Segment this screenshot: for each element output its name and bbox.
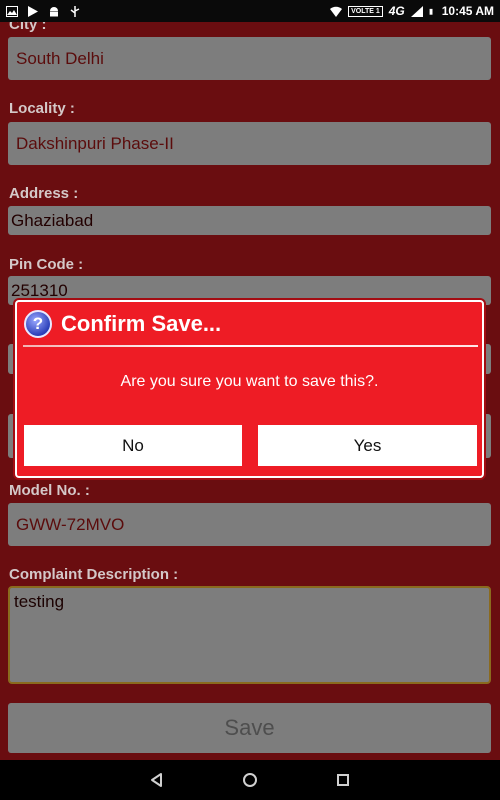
volte-badge: VOLTE 1 [348, 5, 383, 17]
status-bar: VOLTE 1 4G 10:45 AM [0, 0, 500, 22]
save-button[interactable]: Save [8, 703, 491, 753]
yes-button[interactable]: Yes [258, 425, 477, 466]
city-field[interactable]: South Delhi [8, 37, 491, 80]
android-icon [50, 6, 58, 16]
complaint-label: Complaint Description : [9, 566, 179, 583]
dialog-header: ? Confirm Save... [17, 302, 482, 345]
no-button[interactable]: No [24, 425, 242, 466]
confirm-dialog: ? Confirm Save... Are you sure you want … [15, 300, 484, 478]
home-icon[interactable] [240, 772, 260, 788]
image-icon [6, 5, 18, 17]
locality-field[interactable]: Dakshinpuri Phase-II [8, 122, 491, 165]
navigation-bar [0, 760, 500, 800]
recents-icon[interactable] [333, 772, 353, 788]
clock: 10:45 AM [441, 4, 494, 18]
usb-icon [70, 5, 80, 17]
locality-label: Locality : [9, 100, 75, 117]
dialog-message: Are you sure you want to save this?. [120, 373, 379, 390]
complaint-textarea[interactable]: testing [8, 586, 491, 684]
dialog-divider [23, 345, 478, 347]
help-icon: ? [24, 309, 52, 338]
play-store-icon [28, 5, 38, 17]
network-type: 4G [388, 4, 405, 18]
dialog-title: Confirm Save... [61, 310, 222, 336]
pincode-label: Pin Code : [9, 256, 84, 273]
hidden-field-right [483, 414, 491, 458]
model-field[interactable]: GWW-72MVO [8, 503, 491, 546]
wifi-icon [330, 6, 343, 17]
battery-icon [429, 8, 433, 15]
signal-icon [410, 5, 423, 17]
back-icon[interactable] [147, 772, 167, 788]
hidden-field-right [483, 344, 491, 374]
address-label: Address : [9, 185, 79, 202]
address-field[interactable]: Ghaziabad [8, 206, 491, 235]
city-label: City : [9, 22, 47, 33]
model-label: Model No. : [9, 482, 90, 499]
